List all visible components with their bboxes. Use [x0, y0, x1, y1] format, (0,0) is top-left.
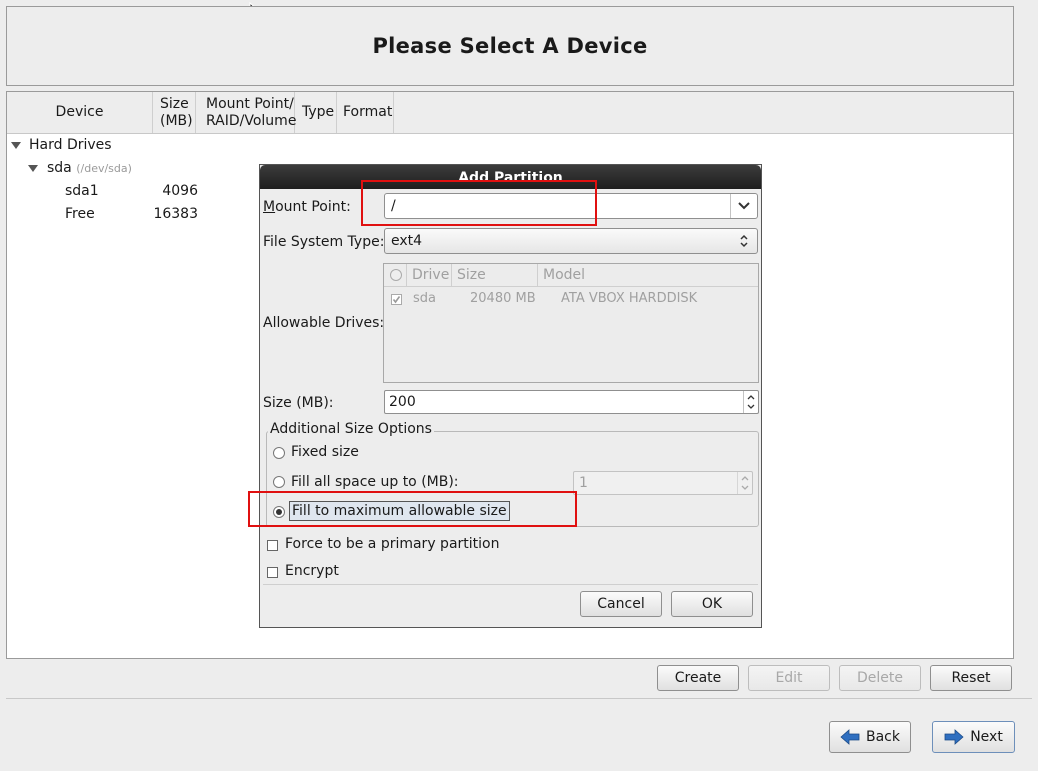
disk-path: (/dev/sda) — [76, 162, 132, 175]
spin-arrows-icon[interactable] — [737, 472, 752, 494]
column-type-label: Type — [302, 104, 335, 120]
column-size-label: Size (MB) — [160, 95, 193, 129]
spin-arrows-icon[interactable] — [743, 391, 758, 413]
allowable-drives-label: Allowable Drives: — [263, 315, 385, 331]
page-title: Please Select A Device — [372, 34, 648, 58]
allowable-drives-table: Drive Size Model sda 20480 MB ATA VBOX H… — [383, 263, 759, 383]
column-format[interactable]: Format — [337, 92, 394, 133]
disk-name: sda — [47, 160, 72, 176]
drive-checkbox[interactable] — [391, 294, 402, 305]
tree-partition-name[interactable]: sda1 — [65, 183, 99, 199]
drives-col-size[interactable]: Size — [452, 264, 538, 286]
highlight-box-mount-point — [361, 180, 597, 226]
tree-partition-size: 4096 — [162, 183, 198, 199]
fill-upto-value: 1 — [579, 475, 588, 491]
expand-triangle-icon[interactable] — [28, 165, 38, 172]
highlight-box-fill-max — [248, 491, 577, 527]
tree-disk-sda[interactable]: sda (/dev/sda) — [47, 160, 132, 176]
reset-button[interactable]: Reset — [930, 665, 1012, 691]
fs-type-label: File System Type: — [263, 234, 385, 250]
encrypt-label[interactable]: Encrypt — [285, 563, 339, 579]
edit-button[interactable]: Edit — [748, 665, 830, 691]
select-all-checkbox-header[interactable] — [384, 264, 407, 286]
fixed-size-label[interactable]: Fixed size — [291, 444, 359, 460]
next-label: Next — [970, 729, 1003, 745]
drive-model: ATA VBOX HARDDISK — [561, 291, 698, 306]
next-arrow-icon — [944, 729, 964, 745]
drives-col-model[interactable]: Model — [538, 264, 759, 286]
force-primary-label[interactable]: Force to be a primary partition — [285, 536, 499, 552]
fs-type-combobox[interactable]: ext4 — [384, 228, 758, 254]
page-header: Please Select A Device — [6, 6, 1014, 86]
size-label: Size (MB): — [263, 395, 334, 411]
column-type[interactable]: Type — [295, 92, 337, 133]
delete-button[interactable]: Delete — [839, 665, 921, 691]
column-header-row: Device Size (MB) Mount Point/ RAID/Volum… — [7, 92, 1013, 134]
ok-button[interactable]: OK — [671, 591, 753, 617]
separator — [6, 698, 1032, 699]
column-size[interactable]: Size (MB) — [152, 92, 196, 133]
fill-upto-spinbox[interactable]: 1 — [573, 471, 753, 495]
tree-group-hard-drives[interactable]: Hard Drives — [29, 137, 112, 153]
create-button[interactable]: Create — [657, 665, 739, 691]
back-button[interactable]: Back — [829, 721, 911, 753]
encrypt-checkbox[interactable] — [267, 567, 278, 578]
header-check-icon — [390, 269, 402, 281]
cancel-button[interactable]: Cancel — [580, 591, 662, 617]
additional-size-options-title: Additional Size Options — [268, 421, 434, 437]
column-device-label: Device — [55, 104, 104, 120]
column-mount-point-label: Mount Point/ RAID/Volume — [206, 95, 297, 129]
chevron-down-icon[interactable] — [730, 194, 757, 218]
size-spinbox[interactable]: 200 — [384, 390, 759, 414]
fill-upto-label[interactable]: Fill all space up to (MB): — [291, 474, 459, 490]
tree-partition-size: 16383 — [153, 206, 198, 222]
drive-size: 20480 MB — [470, 291, 536, 306]
fs-type-value: ext4 — [391, 233, 423, 249]
force-primary-checkbox[interactable] — [267, 540, 278, 551]
column-format-label: Format — [343, 104, 393, 120]
drive-name: sda — [413, 291, 436, 306]
fixed-size-radio[interactable] — [273, 447, 285, 459]
tree-partition-name[interactable]: Free — [65, 206, 95, 222]
next-button[interactable]: Next — [932, 721, 1015, 753]
mount-point-label: Mount Point: — [263, 199, 351, 215]
back-label: Back — [866, 729, 900, 745]
fill-upto-radio[interactable] — [273, 476, 285, 488]
updown-arrows-icon — [731, 229, 757, 253]
column-mount-point[interactable]: Mount Point/ RAID/Volume — [196, 92, 297, 133]
expand-triangle-icon[interactable] — [11, 142, 21, 149]
drives-col-drive[interactable]: Drive — [406, 264, 452, 286]
size-value: 200 — [389, 394, 416, 410]
add-partition-dialog: Add Partition Mount Point: / File System… — [259, 164, 762, 628]
column-device[interactable]: Device — [7, 92, 153, 133]
back-arrow-icon — [840, 729, 860, 745]
